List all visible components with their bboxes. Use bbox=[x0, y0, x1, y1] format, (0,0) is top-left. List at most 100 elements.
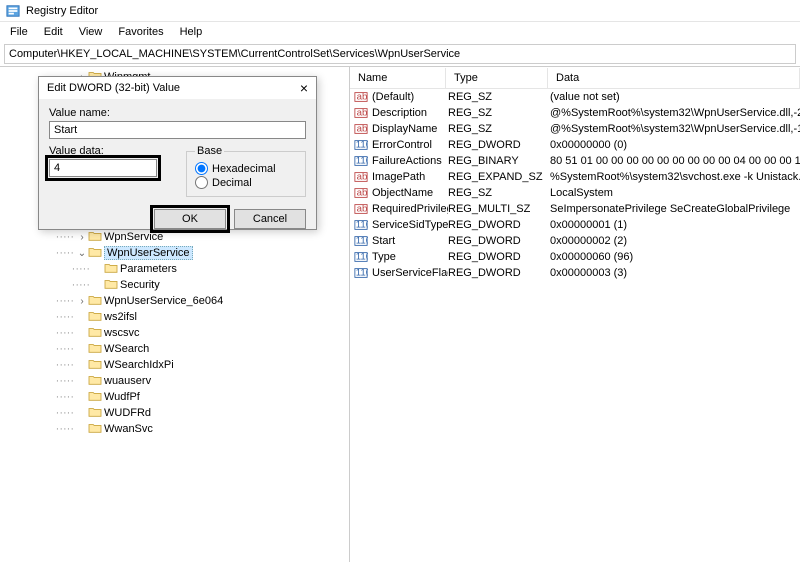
value-data: 0x00000002 (2) bbox=[550, 235, 800, 247]
value-data-input[interactable] bbox=[49, 159, 157, 177]
folder-icon bbox=[88, 310, 102, 324]
reg-binary-icon: 110 bbox=[354, 234, 368, 248]
folder-icon bbox=[88, 422, 102, 436]
tree-item[interactable]: ·····WwanSvc bbox=[0, 421, 349, 437]
reg-string-icon: ab bbox=[354, 106, 368, 120]
value-row[interactable]: abDisplayNameREG_SZ@%SystemRoot%\system3… bbox=[350, 121, 800, 137]
value-type: REG_MULTI_SZ bbox=[448, 203, 550, 215]
dec-label: Decimal bbox=[212, 177, 252, 189]
tree-label: WUDFRd bbox=[104, 407, 151, 419]
svg-text:110: 110 bbox=[356, 236, 368, 247]
edit-dword-dialog: Edit DWORD (32-bit) Value × Value name: … bbox=[38, 76, 317, 230]
reg-string-icon: ab bbox=[354, 90, 368, 104]
value-type: REG_DWORD bbox=[448, 251, 550, 263]
tree-label: WSearch bbox=[104, 343, 149, 355]
value-row[interactable]: abImagePathREG_EXPAND_SZ%SystemRoot%\sys… bbox=[350, 169, 800, 185]
base-legend: Base bbox=[195, 145, 224, 157]
window-title: Registry Editor bbox=[26, 5, 98, 17]
close-icon[interactable]: × bbox=[300, 80, 308, 96]
reg-binary-icon: 110 bbox=[354, 250, 368, 264]
menu-help[interactable]: Help bbox=[174, 24, 209, 40]
value-type: REG_EXPAND_SZ bbox=[448, 171, 550, 183]
tree-item[interactable]: ·····WudfPf bbox=[0, 389, 349, 405]
reg-string-icon: ab bbox=[354, 202, 368, 216]
value-row[interactable]: 110UserServiceFlagsREG_DWORD0x00000003 (… bbox=[350, 265, 800, 281]
folder-icon bbox=[88, 326, 102, 340]
value-name: Description bbox=[372, 107, 448, 119]
tree-item[interactable]: ·····WSearch bbox=[0, 341, 349, 357]
tree-item[interactable]: ·····WUDFRd bbox=[0, 405, 349, 421]
value-type: REG_DWORD bbox=[448, 219, 550, 231]
menu-edit[interactable]: Edit bbox=[38, 24, 69, 40]
tree-item[interactable]: ·····›WpnUserService_6e064 bbox=[0, 293, 349, 309]
value-data: 0x00000001 (1) bbox=[550, 219, 800, 231]
value-row[interactable]: abDescriptionREG_SZ@%SystemRoot%\system3… bbox=[350, 105, 800, 121]
value-name: ServiceSidType bbox=[372, 219, 448, 231]
value-row[interactable]: 110ErrorControlREG_DWORD0x00000000 (0) bbox=[350, 137, 800, 153]
reg-binary-icon: 110 bbox=[354, 138, 368, 152]
value-data: (value not set) bbox=[550, 91, 800, 103]
col-name[interactable]: Name bbox=[350, 68, 446, 88]
menu-view[interactable]: View bbox=[73, 24, 109, 40]
svg-text:ab: ab bbox=[357, 92, 368, 103]
reg-binary-icon: 110 bbox=[354, 218, 368, 232]
folder-icon bbox=[104, 262, 118, 276]
value-name: UserServiceFlags bbox=[372, 267, 448, 279]
value-row[interactable]: 110StartREG_DWORD0x00000002 (2) bbox=[350, 233, 800, 249]
dec-radio[interactable] bbox=[195, 176, 208, 189]
menu-favorites[interactable]: Favorites bbox=[112, 24, 169, 40]
value-type: REG_DWORD bbox=[448, 139, 550, 151]
dialog-title: Edit DWORD (32-bit) Value bbox=[47, 82, 180, 94]
reg-binary-icon: 110 bbox=[354, 266, 368, 280]
hex-label: Hexadecimal bbox=[212, 163, 276, 175]
value-row[interactable]: abObjectNameREG_SZLocalSystem bbox=[350, 185, 800, 201]
address-bar[interactable]: Computer\HKEY_LOCAL_MACHINE\SYSTEM\Curre… bbox=[4, 44, 796, 64]
folder-icon bbox=[88, 246, 102, 260]
tree-item[interactable]: ·····⌄WpnUserService bbox=[0, 245, 349, 261]
value-row[interactable]: 110 ServiceSidTypeREG_DWORD0x00000001 (1) bbox=[350, 217, 800, 233]
cancel-button[interactable]: Cancel bbox=[234, 209, 306, 229]
base-fieldset: Base Hexadecimal Decimal bbox=[186, 145, 306, 197]
app-icon bbox=[6, 4, 20, 18]
tree-label: wscsvc bbox=[104, 327, 139, 339]
value-name: DisplayName bbox=[372, 123, 448, 135]
value-type: REG_BINARY bbox=[448, 155, 550, 167]
hex-radio[interactable] bbox=[195, 162, 208, 175]
svg-text:110: 110 bbox=[356, 140, 368, 151]
value-row[interactable]: 110TypeREG_DWORD0x00000060 (96) bbox=[350, 249, 800, 265]
value-name: Type bbox=[372, 251, 448, 263]
tree-item[interactable]: ·····WSearchIdxPi bbox=[0, 357, 349, 373]
svg-text:110: 110 bbox=[356, 268, 368, 279]
ok-button[interactable]: OK bbox=[154, 209, 226, 229]
values-panel[interactable]: Name Type Data ab(Default)REG_SZ(value n… bbox=[350, 67, 800, 562]
svg-text:ab: ab bbox=[357, 204, 368, 215]
svg-text:ab: ab bbox=[357, 108, 368, 119]
menu-file[interactable]: File bbox=[4, 24, 34, 40]
value-data: @%SystemRoot%\system32\WpnUserService.dl… bbox=[550, 123, 800, 135]
tree-item[interactable]: ·····wscsvc bbox=[0, 325, 349, 341]
col-type[interactable]: Type bbox=[446, 68, 548, 88]
folder-icon bbox=[104, 278, 118, 292]
tree-label: Security bbox=[120, 279, 160, 291]
value-row[interactable]: abRequiredPrivilegREG_MULTI_SZSeImperson… bbox=[350, 201, 800, 217]
folder-icon bbox=[88, 294, 102, 308]
tree-item[interactable]: ·····wuauserv bbox=[0, 373, 349, 389]
svg-text:110: 110 bbox=[356, 220, 368, 231]
value-row[interactable]: ab(Default)REG_SZ(value not set) bbox=[350, 89, 800, 105]
value-name: (Default) bbox=[372, 91, 448, 103]
value-row[interactable]: 110FailureActionsREG_BINARY80 51 01 00 0… bbox=[350, 153, 800, 169]
folder-icon bbox=[88, 406, 102, 420]
tree-label: Parameters bbox=[120, 263, 177, 275]
folder-icon bbox=[88, 358, 102, 372]
value-name: ImagePath bbox=[372, 171, 448, 183]
reg-string-icon: ab bbox=[354, 186, 368, 200]
value-type: REG_DWORD bbox=[448, 235, 550, 247]
expander-icon[interactable]: › bbox=[76, 296, 88, 307]
value-data-label: Value data: bbox=[49, 145, 176, 157]
tree-item[interactable]: ·····Security bbox=[0, 277, 349, 293]
expander-icon[interactable]: ⌄ bbox=[76, 248, 88, 259]
tree-item[interactable]: ·····Parameters bbox=[0, 261, 349, 277]
tree-item[interactable]: ·····ws2ifsl bbox=[0, 309, 349, 325]
value-name-input[interactable] bbox=[49, 121, 306, 139]
col-data[interactable]: Data bbox=[548, 68, 800, 88]
